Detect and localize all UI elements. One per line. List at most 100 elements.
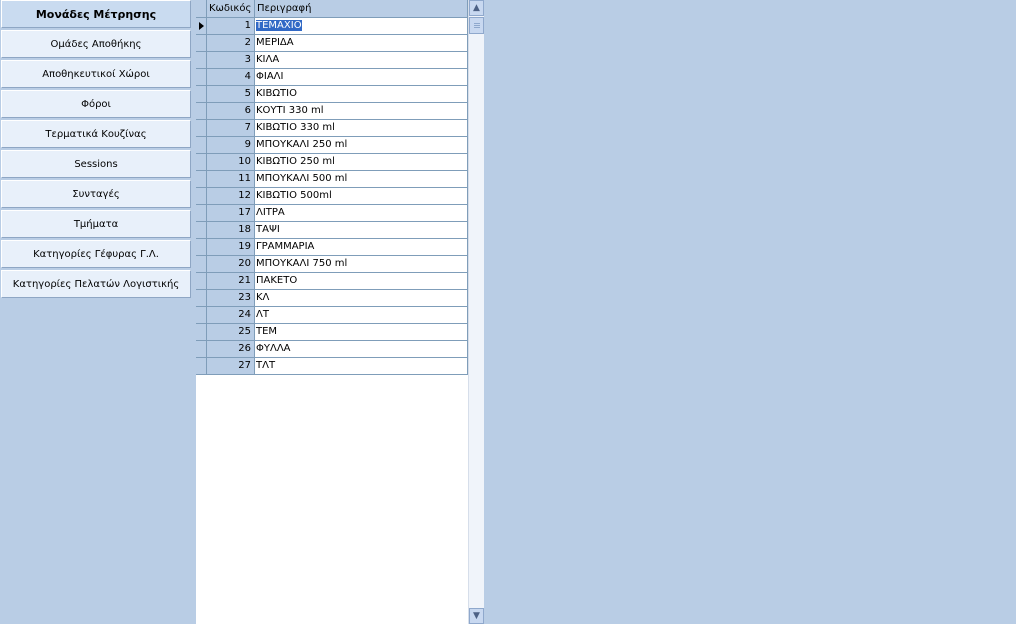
cell-code[interactable]: 24 (207, 307, 255, 324)
table-row[interactable]: 4 ΦΙΑΛΙ (196, 69, 468, 86)
cell-code[interactable]: 5 (207, 86, 255, 103)
cell-code[interactable]: 21 (207, 273, 255, 290)
cell-code[interactable]: 25 (207, 324, 255, 341)
scrollbar-thumb[interactable] (469, 17, 484, 34)
cell-description[interactable]: ΦΥΛΛΑ (255, 341, 468, 358)
sidebar-item-7[interactable]: Τμήματα (1, 210, 191, 238)
cell-description[interactable]: ΚΟΥΤΙ 330 ml (255, 103, 468, 120)
cell-description[interactable]: ΚΙΒΩΤΙΟ (255, 86, 468, 103)
cell-code[interactable]: 10 (207, 154, 255, 171)
cell-code[interactable]: 26 (207, 341, 255, 358)
cell-description[interactable]: ΓΡΑΜΜΑΡΙΑ (255, 239, 468, 256)
cell-description[interactable]: ΦΙΑΛΙ (255, 69, 468, 86)
row-indicator[interactable] (196, 69, 207, 86)
cell-description[interactable]: ΤΕΜ (255, 324, 468, 341)
sidebar-item-9[interactable]: Κατηγορίες Πελατών Λογιστικής (1, 270, 191, 298)
row-indicator[interactable] (196, 154, 207, 171)
row-indicator[interactable] (196, 103, 207, 120)
column-header-description[interactable]: Περιγραφή (255, 0, 468, 17)
row-indicator[interactable] (196, 35, 207, 52)
cell-code[interactable]: 19 (207, 239, 255, 256)
cell-code[interactable]: 4 (207, 69, 255, 86)
cell-code[interactable]: 20 (207, 256, 255, 273)
row-indicator[interactable] (196, 239, 207, 256)
table-row[interactable]: 12 ΚΙΒΩΤΙΟ 500ml (196, 188, 468, 205)
cell-code[interactable]: 17 (207, 205, 255, 222)
row-indicator[interactable] (196, 188, 207, 205)
cell-description[interactable]: ΜΠΟΥΚΑΛΙ 500 ml (255, 171, 468, 188)
cell-description[interactable]: ΜΕΡΙΔΑ (255, 35, 468, 52)
cell-code[interactable]: 11 (207, 171, 255, 188)
cell-code[interactable]: 7 (207, 120, 255, 137)
row-indicator[interactable] (196, 222, 207, 239)
sidebar-item-0[interactable]: Μονάδες Μέτρησης (1, 0, 191, 28)
cell-description[interactable]: ΚΙΒΩΤΙΟ 250 ml (255, 154, 468, 171)
row-indicator[interactable] (196, 120, 207, 137)
sidebar-item-2[interactable]: Αποθηκευτικοί Χώροι (1, 60, 191, 88)
table-row[interactable]: 26 ΦΥΛΛΑ (196, 341, 468, 358)
table-row[interactable]: 7 ΚΙΒΩΤΙΟ 330 ml (196, 120, 468, 137)
table-row[interactable]: 5 ΚΙΒΩΤΙΟ (196, 86, 468, 103)
arrow-up-icon[interactable]: ▲ (469, 0, 484, 16)
cell-description[interactable]: ΛΙΤΡΑ (255, 205, 468, 222)
cell-description[interactable]: ΚΙΒΩΤΙΟ 500ml (255, 188, 468, 205)
cell-code[interactable]: 9 (207, 137, 255, 154)
cell-description[interactable]: ΚΙΛΑ (255, 52, 468, 69)
sidebar-item-3[interactable]: Φόροι (1, 90, 191, 118)
cell-description[interactable]: ΤΑΨΙ (255, 222, 468, 239)
sidebar-item-6[interactable]: Συνταγές (1, 180, 191, 208)
row-indicator[interactable] (196, 52, 207, 69)
arrow-down-icon[interactable]: ▼ (469, 608, 484, 624)
row-indicator[interactable] (196, 273, 207, 290)
table-row[interactable]: 10 ΚΙΒΩΤΙΟ 250 ml (196, 154, 468, 171)
cell-description[interactable]: ΤΕΜΑΧΙΟ (255, 18, 468, 35)
table-row[interactable]: 24 ΛΤ (196, 307, 468, 324)
row-indicator[interactable] (196, 18, 207, 35)
cell-description[interactable]: ΤΛΤ (255, 358, 468, 375)
table-row[interactable]: 20 ΜΠΟΥΚΑΛΙ 750 ml (196, 256, 468, 273)
table-row[interactable]: 19 ΓΡΑΜΜΑΡΙΑ (196, 239, 468, 256)
cell-code[interactable]: 1 (207, 18, 255, 35)
table-row[interactable]: 3 ΚΙΛΑ (196, 52, 468, 69)
row-indicator[interactable] (196, 324, 207, 341)
table-row[interactable]: 2 ΜΕΡΙΔΑ (196, 35, 468, 52)
row-indicator[interactable] (196, 358, 207, 375)
row-indicator[interactable] (196, 341, 207, 358)
row-indicator[interactable] (196, 205, 207, 222)
table-row[interactable]: 9 ΜΠΟΥΚΑΛΙ 250 ml (196, 137, 468, 154)
row-indicator[interactable] (196, 256, 207, 273)
table-row[interactable]: 17 ΛΙΤΡΑ (196, 205, 468, 222)
table-row[interactable]: 21 ΠΑΚΕΤΟ (196, 273, 468, 290)
cell-code[interactable]: 3 (207, 52, 255, 69)
table-row[interactable]: 11 ΜΠΟΥΚΑΛΙ 500 ml (196, 171, 468, 188)
sidebar-item-8[interactable]: Κατηγορίες Γέφυρας Γ.Λ. (1, 240, 191, 268)
cell-description[interactable]: ΠΑΚΕΤΟ (255, 273, 468, 290)
cell-code[interactable]: 18 (207, 222, 255, 239)
row-indicator[interactable] (196, 86, 207, 103)
sidebar-item-1[interactable]: Ομάδες Αποθήκης (1, 30, 191, 58)
row-indicator[interactable] (196, 307, 207, 324)
cell-code[interactable]: 6 (207, 103, 255, 120)
cell-description[interactable]: ΛΤ (255, 307, 468, 324)
cell-code[interactable]: 2 (207, 35, 255, 52)
cell-description[interactable]: ΚΙΒΩΤΙΟ 330 ml (255, 120, 468, 137)
table-row[interactable]: 25 ΤΕΜ (196, 324, 468, 341)
sidebar-item-5[interactable]: Sessions (1, 150, 191, 178)
table-row[interactable]: 6 ΚΟΥΤΙ 330 ml (196, 103, 468, 120)
row-indicator[interactable] (196, 290, 207, 307)
cell-code[interactable]: 27 (207, 358, 255, 375)
cell-description[interactable]: ΜΠΟΥΚΑΛΙ 750 ml (255, 256, 468, 273)
vertical-scrollbar[interactable]: ▲ ▼ (468, 0, 484, 624)
table-row[interactable]: 23 ΚΛ (196, 290, 468, 307)
cell-code[interactable]: 23 (207, 290, 255, 307)
row-indicator[interactable] (196, 171, 207, 188)
row-indicator[interactable] (196, 137, 207, 154)
table-row[interactable]: 27 ΤΛΤ (196, 358, 468, 375)
table-row[interactable]: 1 ΤΕΜΑΧΙΟ (196, 18, 468, 35)
sidebar-item-4[interactable]: Τερματικά Κουζίνας (1, 120, 191, 148)
cell-description[interactable]: ΚΛ (255, 290, 468, 307)
table-row[interactable]: 18 ΤΑΨΙ (196, 222, 468, 239)
column-header-code[interactable]: Κωδικός (207, 0, 255, 17)
cell-code[interactable]: 12 (207, 188, 255, 205)
cell-description[interactable]: ΜΠΟΥΚΑΛΙ 250 ml (255, 137, 468, 154)
